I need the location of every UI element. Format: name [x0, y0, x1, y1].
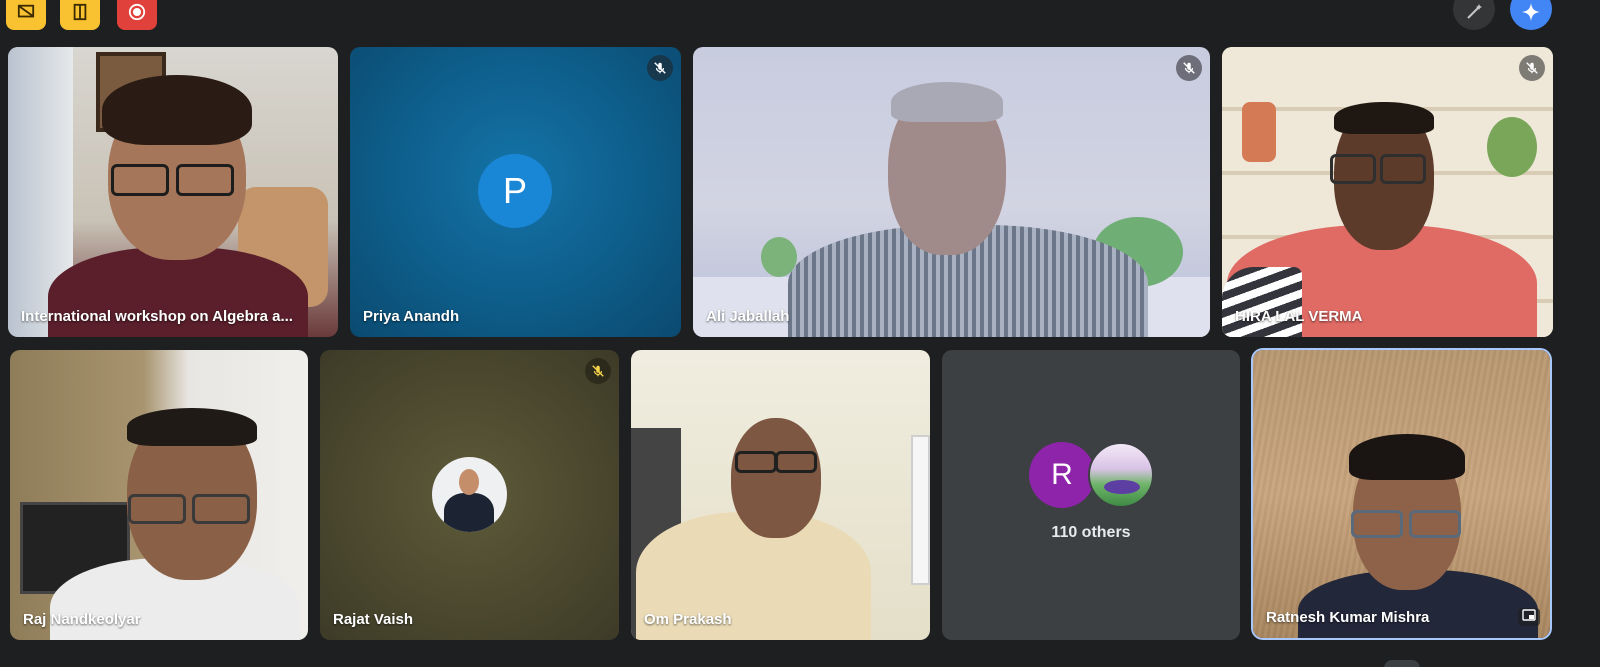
- record-button[interactable]: [117, 0, 157, 30]
- breakout-room-button[interactable]: [60, 0, 100, 30]
- participant-name: Raj Nandkeolyar: [23, 611, 141, 628]
- participant-name: Ali Jaballah: [706, 308, 790, 325]
- participant-tile-rajat[interactable]: Rajat Vaish: [320, 350, 619, 640]
- others-count-label: 110 others: [1051, 524, 1131, 541]
- others-tile[interactable]: R 110 others: [942, 350, 1240, 640]
- participant-name: International workshop on Algebra a...: [21, 308, 293, 325]
- avatar: R: [1029, 442, 1095, 508]
- participant-tile-workshop[interactable]: International workshop on Algebra a...: [8, 47, 338, 337]
- participant-tile-ali[interactable]: Ali Jaballah: [693, 47, 1210, 337]
- whiteboard: [911, 435, 930, 585]
- participant-name: Rajat Vaish: [333, 611, 414, 628]
- participant-name: Priya Anandh: [363, 308, 460, 325]
- avatar: [432, 457, 507, 532]
- participant-name: Ratnesh Kumar Mishra: [1266, 609, 1430, 626]
- participant-count-badge[interactable]: [1384, 660, 1420, 667]
- picture-in-picture-icon: [1522, 608, 1536, 626]
- whiteboard-icon: [17, 0, 35, 26]
- participant-tile-ratnesh[interactable]: Ratnesh Kumar Mishra: [1253, 350, 1550, 638]
- lamp: [1242, 102, 1276, 162]
- participant-tile-om[interactable]: Om Prakash: [631, 350, 930, 640]
- breakout-room-icon: [71, 0, 89, 26]
- record-icon: [128, 0, 146, 26]
- participant-tile-raj[interactable]: Raj Nandkeolyar: [10, 350, 308, 640]
- gemini-sparkle-icon: [1521, 0, 1541, 27]
- picture-in-picture-button[interactable]: [1518, 608, 1540, 626]
- participant-tile-priya[interactable]: P Priya Anandh: [350, 47, 681, 337]
- magic-pen-button[interactable]: [1453, 0, 1495, 30]
- gemini-button[interactable]: [1510, 0, 1552, 30]
- participant-tile-hira[interactable]: HIRA LAL VERMA: [1222, 47, 1553, 337]
- whiteboard-button[interactable]: [6, 0, 46, 30]
- participant-name: HIRA LAL VERMA: [1235, 308, 1363, 325]
- mic-off-icon: [1519, 55, 1545, 81]
- magic-pen-icon: [1464, 0, 1484, 27]
- avatar: [1088, 442, 1154, 508]
- plant: [1487, 117, 1537, 177]
- participant-name: Om Prakash: [644, 611, 732, 628]
- avatar: P: [478, 154, 552, 228]
- mic-off-icon: [647, 55, 673, 81]
- meeting-stage: International workshop on Algebra a... P…: [0, 0, 1600, 667]
- mic-off-icon: [1176, 55, 1202, 81]
- mic-off-icon: [585, 358, 611, 384]
